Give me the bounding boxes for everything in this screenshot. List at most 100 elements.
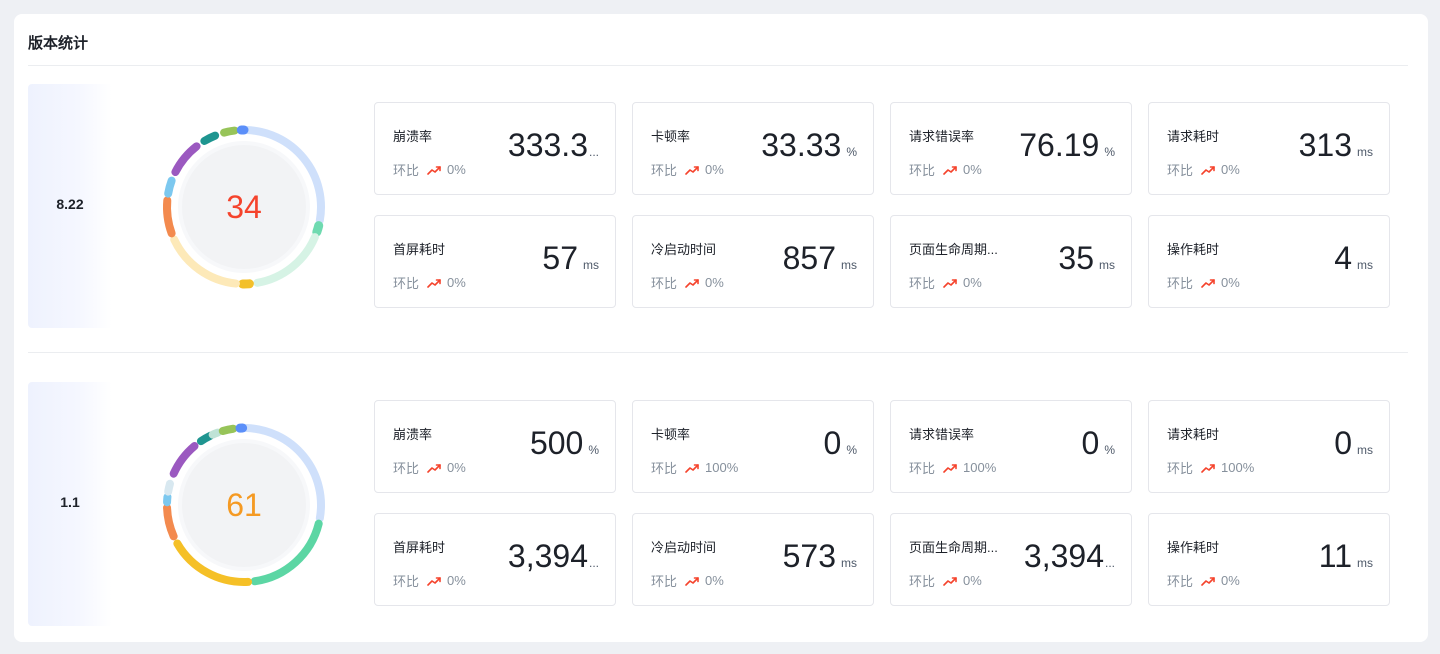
compare-value: 0%	[1221, 162, 1240, 177]
metric-value: 0	[1081, 425, 1100, 461]
metric-value-wrap: 0%	[824, 425, 857, 461]
trend-up-icon	[1201, 576, 1215, 586]
metric-card[interactable]: 冷启动时间环比 0% 573 ms	[632, 513, 874, 606]
metric-value-wrap: 11 ms	[1319, 538, 1373, 574]
metric-unit: ms	[841, 258, 857, 272]
metric-value-wrap: 35 ms	[1058, 240, 1115, 276]
compare-value: 0%	[447, 460, 466, 475]
metric-unit: %	[1104, 443, 1115, 457]
compare-value: 0%	[447, 573, 466, 588]
compare-value: 0%	[963, 162, 982, 177]
version-tab[interactable]: 1.1	[28, 382, 112, 626]
metric-value: 11	[1318, 538, 1352, 574]
metric-compare: 环比 0%	[1167, 160, 1240, 179]
trend-up-icon	[943, 463, 957, 473]
metric-compare: 环比 0%	[393, 571, 466, 590]
trend-up-icon	[427, 463, 441, 473]
compare-label: 环比	[1167, 163, 1194, 178]
metric-card[interactable]: 崩溃率 环比 0% 500%	[374, 400, 616, 493]
metric-unit: %	[1104, 145, 1115, 159]
metric-value: 35	[1058, 240, 1094, 276]
metric-card[interactable]: 页面生命周期... 环比 0% 3,394...	[890, 513, 1132, 606]
metric-unit: %	[588, 443, 599, 457]
metric-compare: 环比 0%	[651, 273, 724, 292]
metric-card[interactable]: 首屏耗时 环比 0% 3,394...	[374, 513, 616, 606]
metric-value-wrap: 333.3...	[508, 127, 599, 163]
metric-name: 崩溃率	[393, 129, 433, 144]
compare-value: 0%	[447, 162, 466, 177]
metric-value-wrap: 57 ms	[542, 240, 599, 276]
metric-unit: ms	[583, 258, 599, 272]
version-label: 8.22	[56, 196, 84, 212]
metric-name: 页面生命周期...	[909, 540, 998, 555]
metric-compare: 环比 100%	[651, 458, 738, 477]
trend-up-icon	[685, 576, 699, 586]
compare-value: 0%	[705, 162, 724, 177]
compare-label: 环比	[651, 163, 678, 178]
trend-up-icon	[427, 278, 441, 288]
compare-label: 环比	[651, 461, 678, 476]
panel-title: 版本统计	[28, 35, 89, 52]
trend-up-icon	[943, 576, 957, 586]
compare-value: 0%	[705, 573, 724, 588]
score-value: 34	[226, 188, 262, 225]
metric-card[interactable]: 首屏耗时 环比 0% 57 ms	[374, 215, 616, 308]
metric-name: 操作耗时	[1167, 540, 1220, 555]
compare-value: 0%	[447, 275, 466, 290]
metric-card[interactable]: 页面生命周期... 环比 0% 35 ms	[890, 215, 1132, 308]
metric-compare: 环比 100%	[909, 458, 996, 477]
trend-up-icon	[685, 278, 699, 288]
compare-label: 环比	[909, 163, 936, 178]
metric-card[interactable]: 请求耗时 环比 0% 313 ms	[1148, 102, 1390, 195]
metric-compare: 环比 0%	[651, 160, 724, 179]
metric-value: 500	[529, 425, 584, 461]
compare-label: 环比	[909, 461, 936, 476]
metric-unit: %	[846, 145, 857, 159]
compare-label: 环比	[909, 574, 936, 589]
compare-value: 0%	[963, 573, 982, 588]
version-label: 1.1	[60, 494, 80, 510]
metric-card[interactable]: 操作耗时环比 0% 11 ms	[1148, 513, 1390, 606]
metric-unit: ms	[1099, 258, 1115, 272]
metric-compare: 环比 0%	[651, 571, 724, 590]
metric-compare: 环比 0%	[393, 273, 466, 292]
metric-card[interactable]: 崩溃率 环比 0% 333.3...	[374, 102, 616, 195]
version-tab[interactable]: 8.22	[28, 84, 112, 328]
metric-ellipsis: ...	[588, 556, 599, 570]
metric-value-wrap: 857 ms	[783, 240, 857, 276]
metric-value-wrap: 76.19%	[1019, 127, 1115, 163]
compare-label: 环比	[1167, 574, 1194, 589]
compare-value: 0%	[1221, 573, 1240, 588]
trend-up-icon	[685, 463, 699, 473]
metric-value: 33.33	[761, 127, 842, 163]
metric-value-wrap: 33.33%	[761, 127, 857, 163]
trend-up-icon	[1201, 278, 1215, 288]
metric-value-wrap: 313 ms	[1299, 127, 1373, 163]
section-divider	[28, 352, 1408, 353]
metric-unit: ms	[841, 556, 857, 570]
metric-name: 请求错误率	[909, 427, 975, 442]
metric-compare: 环比 0%	[1167, 273, 1240, 292]
metric-card[interactable]: 冷启动时间 环比 0% 857 ms	[632, 215, 874, 308]
compare-label: 环比	[909, 276, 936, 291]
trend-up-icon	[685, 165, 699, 175]
metric-card[interactable]: 请求错误率环比 100% 0%	[890, 400, 1132, 493]
compare-label: 环比	[651, 276, 678, 291]
metric-card[interactable]: 卡顿率 环比 100% 0%	[632, 400, 874, 493]
metric-value-wrap: 0%	[1082, 425, 1115, 461]
metric-value: 573	[782, 538, 836, 574]
metric-compare: 环比 0%	[393, 458, 466, 477]
metric-name: 操作耗时	[1167, 242, 1220, 257]
score-gauge: 61	[159, 420, 329, 590]
compare-value: 100%	[963, 460, 997, 475]
metric-compare: 环比 0%	[909, 160, 982, 179]
metric-card[interactable]: 请求错误率 环比 0% 76.19%	[890, 102, 1132, 195]
metric-value: 76.19	[1019, 127, 1100, 163]
trend-up-icon	[943, 278, 957, 288]
metric-card[interactable]: 卡顿率 环比 0% 33.33%	[632, 102, 874, 195]
metric-name: 冷启动时间	[651, 540, 717, 555]
metric-compare: 环比 0%	[909, 273, 982, 292]
metric-unit: %	[846, 443, 857, 457]
metric-card[interactable]: 操作耗时 环比 0% 4 ms	[1148, 215, 1390, 308]
metric-card[interactable]: 请求耗时 环比 100% 0 ms	[1148, 400, 1390, 493]
